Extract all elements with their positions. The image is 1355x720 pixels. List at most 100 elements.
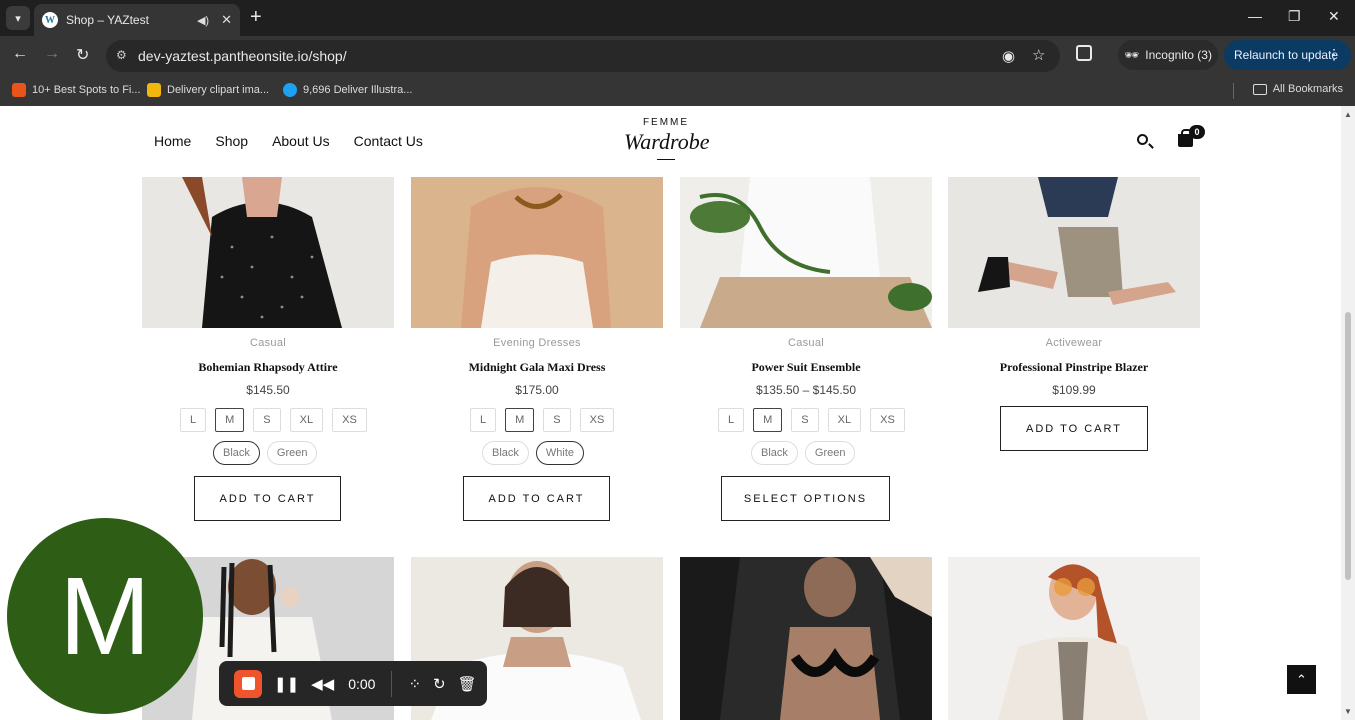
product-image[interactable]: [411, 177, 663, 328]
size-options: L M S XL XS: [718, 408, 905, 432]
color-options: Black White: [482, 441, 585, 465]
restart-icon[interactable]: ↻: [433, 675, 446, 693]
logo-main-text: Wardrobe: [624, 129, 710, 154]
incognito-badge[interactable]: 🕶 Incognito (3): [1118, 40, 1218, 70]
grid-icon[interactable]: ⁘: [408, 675, 421, 693]
reload-icon[interactable]: ↻: [76, 45, 89, 65]
site-logo[interactable]: FEMME Wardrobe: [624, 117, 710, 160]
scroll-up-icon[interactable]: ▲: [1344, 110, 1352, 119]
color-option-selected[interactable]: White: [535, 441, 585, 465]
page-scrollbar[interactable]: ▲ ▼: [1341, 106, 1355, 720]
url-text: dev-yaztest.pantheonsite.io/shop/: [138, 48, 347, 64]
size-option-selected[interactable]: M: [753, 408, 783, 432]
stop-recording-button[interactable]: [234, 669, 262, 698]
relaunch-button[interactable]: Relaunch to update ⋮: [1224, 40, 1351, 70]
product-price: $135.50 – $145.50: [755, 383, 857, 397]
bookmark-favicon-icon: [283, 83, 297, 97]
product-category[interactable]: Casual: [142, 337, 394, 349]
all-bookmarks[interactable]: All Bookmarks: [1232, 83, 1343, 99]
size-option[interactable]: XS: [579, 408, 615, 432]
back-to-top-button[interactable]: ⌃: [1287, 665, 1316, 694]
scrollbar-thumb[interactable]: [1345, 312, 1351, 580]
product-image[interactable]: [948, 177, 1200, 328]
logo-rule: [657, 159, 675, 160]
size-option[interactable]: L: [470, 408, 497, 432]
product-name[interactable]: Bohemian Rhapsody Attire: [142, 360, 394, 375]
site-info-icon[interactable]: ⚙: [116, 48, 127, 62]
product-name[interactable]: Professional Pinstripe Blazer: [948, 360, 1200, 375]
size-option[interactable]: XS: [332, 408, 367, 432]
back-icon[interactable]: ←: [12, 45, 28, 63]
window-close-icon[interactable]: ✕: [1328, 8, 1340, 25]
color-option[interactable]: Black: [751, 441, 798, 465]
new-tab-icon[interactable]: +: [250, 6, 262, 29]
color-option[interactable]: Green: [804, 441, 856, 465]
bookmarks-bar: 10+ Best Spots to Fi... Delivery clipart…: [0, 76, 1355, 106]
size-option-selected[interactable]: M: [215, 408, 245, 432]
add-to-cart-button[interactable]: ADD TO CART: [463, 476, 610, 521]
size-option[interactable]: XL: [827, 408, 862, 432]
trash-icon[interactable]: 🗑: [458, 675, 477, 693]
size-option[interactable]: XS: [870, 408, 905, 432]
product-image[interactable]: [948, 557, 1200, 720]
extensions-icon[interactable]: [1076, 45, 1092, 61]
size-option[interactable]: S: [791, 408, 819, 432]
incognito-icon: 🕶: [1124, 48, 1140, 62]
color-option-selected[interactable]: Black: [213, 441, 260, 465]
bookmark-item[interactable]: 10+ Best Spots to Fi...: [12, 83, 141, 97]
pause-icon[interactable]: ❚❚: [274, 675, 299, 693]
product-category[interactable]: Activewear: [948, 337, 1200, 349]
bookmark-star-icon[interactable]: ☆: [1032, 46, 1045, 64]
audio-icon[interactable]: ◀): [197, 14, 209, 27]
size-option[interactable]: S: [543, 408, 571, 432]
browser-tab-bar: ▾ W Shop – YAZtest ◀) ✕ + — ❐ ✕: [0, 0, 1355, 36]
size-option[interactable]: XL: [289, 408, 324, 432]
bookmark-item[interactable]: Delivery clipart ima...: [147, 83, 269, 97]
eye-off-icon[interactable]: ◉: [1002, 47, 1015, 65]
nav-shop[interactable]: Shop: [215, 133, 248, 149]
tab-shop[interactable]: W Shop – YAZtest ◀) ✕: [34, 4, 240, 36]
recording-timer: 0:00: [348, 675, 376, 692]
cart-count-badge: 0: [1189, 125, 1205, 139]
add-to-cart-button[interactable]: ADD TO CART: [1000, 406, 1148, 451]
select-options-button[interactable]: SELECT OPTIONS: [721, 476, 890, 521]
bookmark-item[interactable]: 9,696 Deliver Illustra...: [283, 83, 412, 97]
divider: [391, 670, 393, 697]
size-option[interactable]: L: [718, 408, 745, 432]
product-category[interactable]: Evening Dresses: [411, 337, 663, 349]
address-bar[interactable]: ⚙ dev-yaztest.pantheonsite.io/shop/ ◉ ☆: [106, 40, 1060, 72]
size-options: L M S XL XS: [180, 408, 367, 432]
size-option[interactable]: L: [180, 408, 207, 432]
product-name[interactable]: Power Suit Ensemble: [680, 360, 932, 375]
size-option[interactable]: S: [253, 408, 281, 432]
add-to-cart-button[interactable]: ADD TO CART: [194, 476, 341, 521]
nav-about[interactable]: About Us: [272, 133, 330, 149]
search-icon[interactable]: [1137, 134, 1148, 145]
scroll-down-icon[interactable]: ▼: [1344, 707, 1352, 716]
menu-kebab-icon[interactable]: ⋮: [1327, 46, 1341, 63]
color-option[interactable]: Green: [266, 441, 318, 465]
size-option-selected[interactable]: M: [505, 408, 535, 432]
product-photo: [142, 177, 394, 328]
color-option[interactable]: Black: [482, 441, 529, 465]
restore-icon[interactable]: ❐: [1288, 8, 1301, 25]
minimize-icon[interactable]: —: [1248, 8, 1262, 24]
bookmark-favicon-icon: [147, 83, 161, 97]
forward-icon[interactable]: →: [44, 45, 60, 63]
bookmark-label: Delivery clipart ima...: [167, 84, 270, 96]
tab-search-icon[interactable]: ▾: [6, 6, 30, 30]
product-price: $175.00: [515, 383, 559, 397]
product-image[interactable]: [680, 177, 932, 328]
product-image[interactable]: [680, 557, 932, 720]
tab-close-icon[interactable]: ✕: [221, 12, 232, 28]
rewind-icon[interactable]: ◀◀: [311, 675, 334, 693]
product-image[interactable]: [142, 177, 394, 328]
product-card: Activewear Professional Pinstripe Blazer…: [948, 337, 1200, 397]
product-photo: [948, 557, 1200, 720]
color-options: Black Green: [751, 441, 856, 465]
product-category[interactable]: Casual: [680, 337, 932, 349]
product-name[interactable]: Midnight Gala Maxi Dress: [411, 360, 663, 375]
nav-home[interactable]: Home: [154, 133, 191, 149]
nav-contact[interactable]: Contact Us: [354, 133, 423, 149]
product-price: $145.50: [246, 383, 290, 397]
